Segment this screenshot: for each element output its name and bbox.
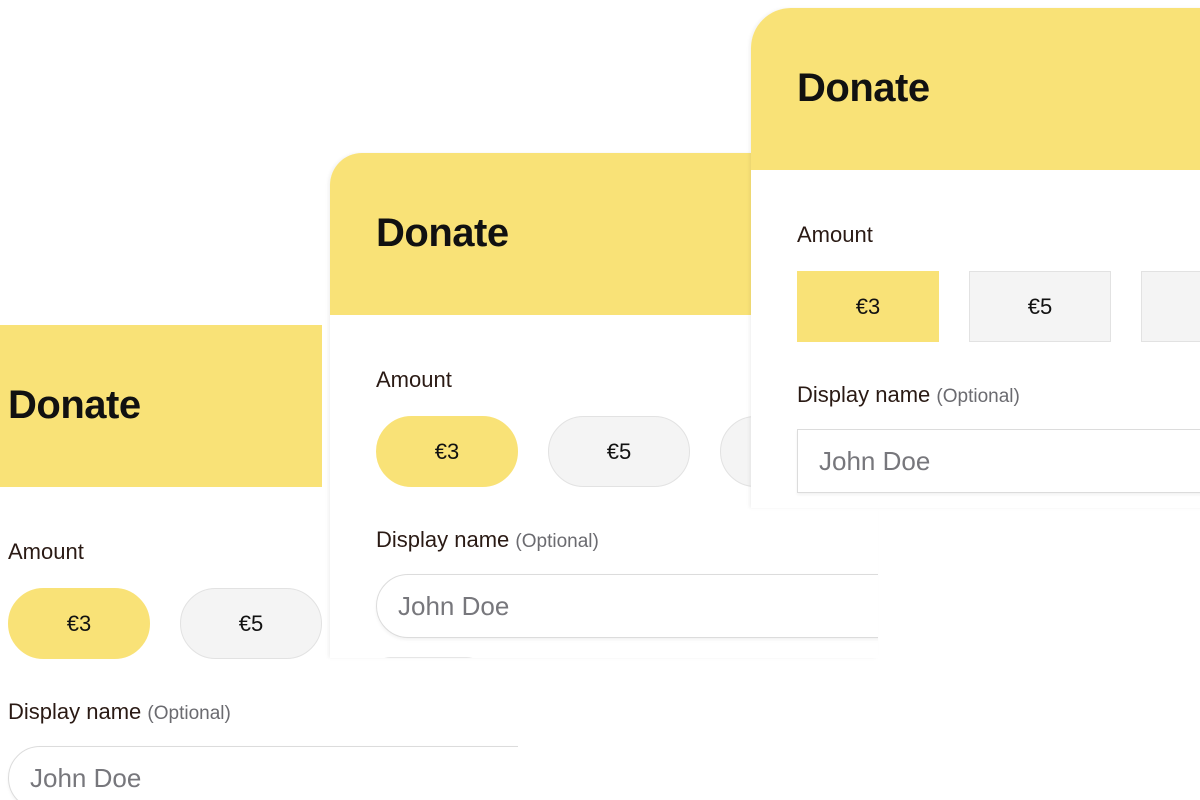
- amount-label: Amount: [376, 367, 452, 392]
- input-placeholder: John Doe: [30, 762, 142, 793]
- display-name-input[interactable]: John Doe: [797, 429, 1200, 493]
- amount-button-5[interactable]: €5: [548, 416, 690, 487]
- display-name-label: Display name (Optional): [376, 527, 599, 553]
- optional-hint: (Optional): [515, 531, 599, 552]
- card-header: Donate: [0, 325, 322, 487]
- amount-button-3[interactable]: €3: [797, 271, 939, 342]
- amount-button-3[interactable]: €3: [376, 416, 518, 487]
- card-title: Donate: [376, 211, 509, 255]
- amount-button-5[interactable]: €5: [180, 588, 322, 659]
- display-name-label: Display name (Optional): [8, 699, 231, 725]
- input-placeholder: John Doe: [819, 445, 931, 476]
- input-placeholder: John Doe: [398, 590, 510, 621]
- display-name-text: Display name: [797, 382, 931, 407]
- display-name-text: Display name: [8, 699, 142, 724]
- amount-button-more[interactable]: €: [1141, 271, 1200, 342]
- card-title: Donate: [8, 383, 141, 427]
- amount-label: Amount: [797, 222, 873, 247]
- donate-card-variant-3: Donate Amount €3 €5 € Display name (Opti…: [751, 8, 1200, 508]
- display-name-input[interactable]: John Doe: [376, 574, 878, 638]
- optional-hint: (Optional): [147, 703, 231, 724]
- amount-button-5[interactable]: €5: [969, 271, 1111, 342]
- display-name-label: Display name (Optional): [797, 382, 1020, 408]
- display-name-text: Display name: [376, 527, 510, 552]
- optional-hint: (Optional): [936, 386, 1020, 407]
- display-name-input[interactable]: John Doe: [8, 746, 518, 800]
- amount-button-3[interactable]: €3: [8, 588, 150, 659]
- card-title: Donate: [797, 66, 930, 110]
- next-element-partial: [370, 657, 487, 658]
- card-header: Donate: [751, 8, 1200, 170]
- amount-label: Amount: [8, 539, 84, 564]
